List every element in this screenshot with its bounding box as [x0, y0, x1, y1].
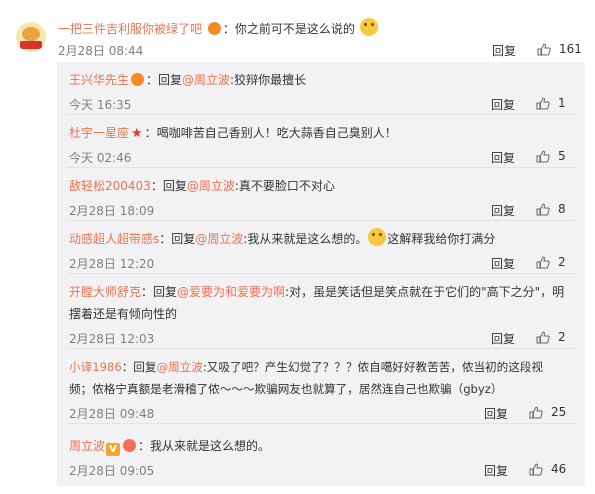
username-link[interactable]: 小译1986 — [69, 360, 122, 374]
like-count: 161 — [559, 42, 582, 56]
like-count: 46 — [551, 462, 567, 476]
reply-item: 动感超人超带感s：回复@周立波:我从来就是这么想的。 这解释我给你打满分 2月28… — [57, 221, 585, 274]
thumbs-up-icon — [536, 203, 550, 216]
main-comment-line: 一把三件吉利服你被绿了吧 ：你之前可不是这么说的 — [58, 18, 379, 37]
like-count: 2 — [558, 255, 566, 269]
reply-timestamp: 2月28日 09:48 — [69, 407, 155, 421]
reply-text-line2: 频；侬格宁真额是老滑稽了侬～～～欺骗网友也就算了，居然连自己也欺骗（gbyz） — [69, 382, 503, 396]
thumbs-up-icon — [529, 406, 543, 419]
reply-item: 小译1986：回复@周立波:又吸了吧？产生幻觉了？？？侬自噶好好教苦苦，侬当初的… — [57, 349, 585, 424]
reply-button[interactable]: 回复 — [491, 255, 515, 272]
reply-button[interactable]: 回复 — [492, 42, 516, 59]
member-badge-icon — [123, 439, 137, 452]
username-link[interactable]: 杜宇一星座 — [69, 126, 129, 140]
thumbs-up-icon — [536, 97, 550, 110]
mention-link[interactable]: @周立波 — [157, 360, 203, 374]
reply-item: 王兴华先生 ：回复@周立波:狡辩你最擅长 今天 16:35 回复 1 — [57, 62, 585, 115]
reply-text-after: 这解释我给你打满分 — [387, 232, 496, 246]
reply-item: 敌轻松200403：回复@周立波:真不要脸口不对心 2月28日 18:09 回复… — [57, 168, 585, 221]
verified-v-icon: V — [106, 443, 121, 456]
reply-text: :对，虽是笑话但是笑点就在于它们的"高下之分"，明 — [285, 285, 565, 299]
reply-item: 周立波 V ：我从来就是这么想的。 2月28日 09:05 回复 46 — [69, 439, 567, 479]
reply-button[interactable]: 回复 — [491, 149, 515, 166]
mention-link[interactable]: @爱要为和爱要为啊 — [177, 285, 285, 299]
thinking-emoji-icon — [368, 228, 387, 246]
thumbs-up-icon — [537, 43, 551, 56]
reply-button[interactable]: 回复 — [484, 462, 508, 479]
like-button[interactable]: 161 — [537, 42, 582, 56]
member-badge-icon — [131, 73, 145, 86]
reply-button[interactable]: 回复 — [491, 330, 515, 347]
reply-timestamp: 2月28日 18:09 — [69, 204, 155, 218]
user-avatar[interactable] — [16, 22, 46, 52]
main-comment: 一把三件吉利服你被绿了吧 ：你之前可不是这么说的 2月28日 08:44 回复 … — [0, 0, 595, 62]
username-link[interactable]: 开膛大师舒克 — [69, 285, 141, 299]
thumbs-up-icon — [529, 463, 543, 476]
reply-timestamp: 2月28日 09:05 — [69, 464, 155, 478]
mention-link[interactable]: @周立波 — [187, 179, 235, 193]
mention-link[interactable]: @周立波 — [195, 232, 243, 246]
reply-button[interactable]: 回复 — [491, 202, 515, 219]
username-link[interactable]: 周立波 — [69, 439, 105, 453]
reply-timestamp: 今天 16:35 — [69, 98, 132, 112]
reply-text-line2: 摆着还是有倾向性的 — [69, 307, 178, 321]
like-count: 2 — [558, 330, 566, 344]
username-link[interactable]: 动感超人超带感s — [69, 232, 159, 246]
like-count: 8 — [558, 202, 566, 216]
username-link[interactable]: 王兴华先生 — [69, 73, 129, 87]
like-button[interactable]: 2 — [536, 255, 566, 269]
comment-text: 你之前可不是这么说的 — [234, 22, 355, 36]
smirk-emoji-icon — [359, 18, 378, 36]
username-link[interactable]: 一把三件吉利服你被绿了吧 — [58, 22, 202, 36]
like-button[interactable]: 5 — [536, 149, 566, 163]
member-badge-icon — [207, 22, 221, 35]
reply-timestamp: 2月28日 12:03 — [69, 332, 155, 346]
replies-panel: 王兴华先生 ：回复@周立波:狡辩你最擅长 今天 16:35 回复 1 杜宇一星座 ★… — [57, 62, 585, 486]
like-button[interactable]: 46 — [529, 462, 566, 476]
reply-item: 开膛大师舒克：回复@爱要为和爱要为啊:对，虽是笑话但是笑点就在于它们的"高下之分… — [57, 274, 585, 349]
like-button[interactable]: 1 — [536, 96, 566, 110]
reply-text: :又吸了吧？产生幻觉了？？？侬自噶好好教苦苦，侬当初的这段视 — [202, 360, 544, 374]
thumbs-up-icon — [536, 331, 550, 344]
reply-text: :狡辩你最擅长 — [230, 73, 307, 87]
comment-timestamp: 2月28日 08:44 — [58, 44, 144, 58]
reply-item: 杜宇一星座 ★ ：喝咖啡苦自己香别人！吃大蒜香自己臭别人！ 今天 02:46 回复 … — [57, 115, 585, 168]
username-link[interactable]: 敌轻松200403 — [69, 179, 151, 193]
reply-button[interactable]: 回复 — [484, 405, 508, 422]
reply-text: 我从来就是这么想的。 — [150, 439, 271, 453]
reply-timestamp: 今天 02:46 — [69, 151, 132, 165]
like-count: 25 — [551, 405, 567, 419]
thumbs-up-icon — [536, 150, 550, 163]
like-button[interactable]: 8 — [536, 202, 566, 216]
like-count: 1 — [558, 96, 566, 110]
like-button[interactable]: 2 — [536, 330, 566, 344]
mention-link[interactable]: @周立波 — [182, 73, 230, 87]
reply-text: 喝咖啡苦自己香别人！吃大蒜香自己臭别人！ — [156, 126, 397, 140]
thumbs-up-icon — [536, 256, 550, 269]
like-button[interactable]: 25 — [529, 405, 566, 419]
reply-button[interactable]: 回复 — [491, 96, 515, 113]
reply-text: :真不要脸口不对心 — [234, 179, 335, 193]
reply-text: :我从来就是这么想的。 — [243, 232, 368, 246]
star-badge-icon: ★ — [131, 126, 143, 141]
reply-timestamp: 2月28日 12:20 — [69, 257, 155, 271]
like-count: 5 — [558, 149, 566, 163]
